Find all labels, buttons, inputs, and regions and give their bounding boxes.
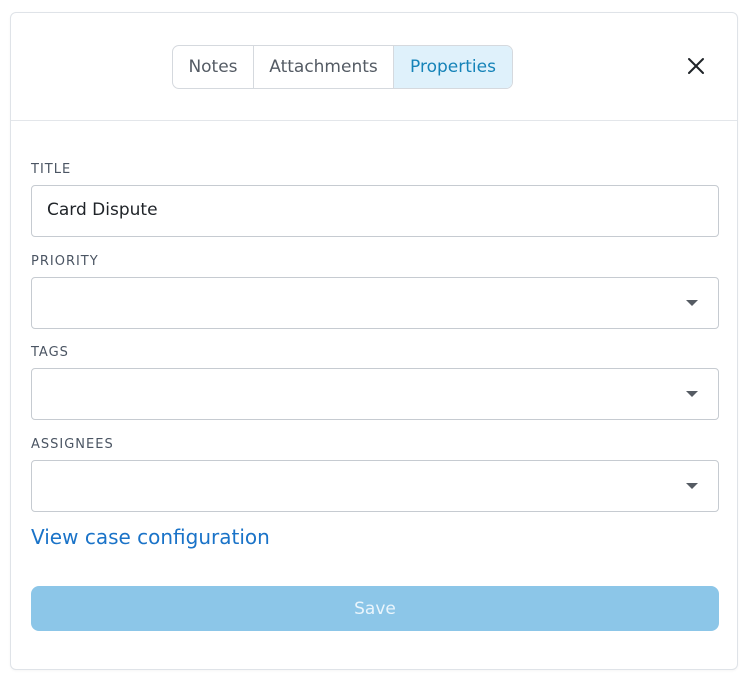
chevron-down-icon [686,483,698,489]
priority-label: PRIORITY [31,254,99,269]
tab-group: Notes Attachments Properties [172,45,513,89]
title-input[interactable] [47,186,687,234]
panel-header: Notes Attachments Properties [11,13,737,121]
case-panel: Notes Attachments Properties TITLE PRIOR… [10,12,738,670]
priority-select[interactable] [31,277,719,329]
tags-select[interactable] [31,368,719,420]
assignees-label: ASSIGNEES [31,437,114,452]
tab-properties[interactable]: Properties [394,46,512,88]
title-field[interactable] [31,185,719,237]
chevron-down-icon [686,391,698,397]
view-case-configuration-link[interactable]: View case configuration [31,525,270,549]
title-label: TITLE [31,162,72,177]
tab-attachments[interactable]: Attachments [254,46,394,88]
chevron-down-icon [686,300,698,306]
save-button[interactable]: Save [31,586,719,631]
tab-notes[interactable]: Notes [173,46,254,88]
close-button[interactable] [683,53,709,79]
assignees-select[interactable] [31,460,719,512]
close-icon [688,58,704,74]
tags-label: TAGS [31,345,69,360]
